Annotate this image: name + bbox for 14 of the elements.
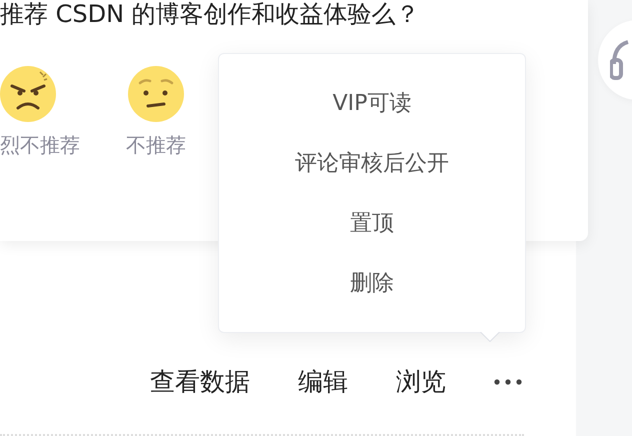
headphones-icon [610, 38, 630, 82]
more-icon [494, 378, 522, 384]
action-link[interactable]: 浏览 [396, 365, 446, 398]
uneasy-face-icon[interactable] [128, 66, 184, 122]
action-link[interactable]: 编辑 [298, 365, 348, 398]
rating-label: 不推荐 [126, 132, 186, 159]
menu-item[interactable]: 评论审核后公开 [295, 148, 449, 180]
menu-item[interactable]: 置顶 [350, 208, 394, 240]
menu-item[interactable]: VIP可读 [332, 88, 412, 120]
rating-label: 烈不推荐 [0, 132, 80, 159]
action-link[interactable]: 查看数据 [150, 365, 250, 398]
menu-item[interactable]: 删除 [350, 268, 394, 300]
angry-face-icon[interactable] [0, 66, 56, 122]
survey-question: 推荐 CSDN 的博客创作和收益体验么？ [0, 0, 421, 28]
